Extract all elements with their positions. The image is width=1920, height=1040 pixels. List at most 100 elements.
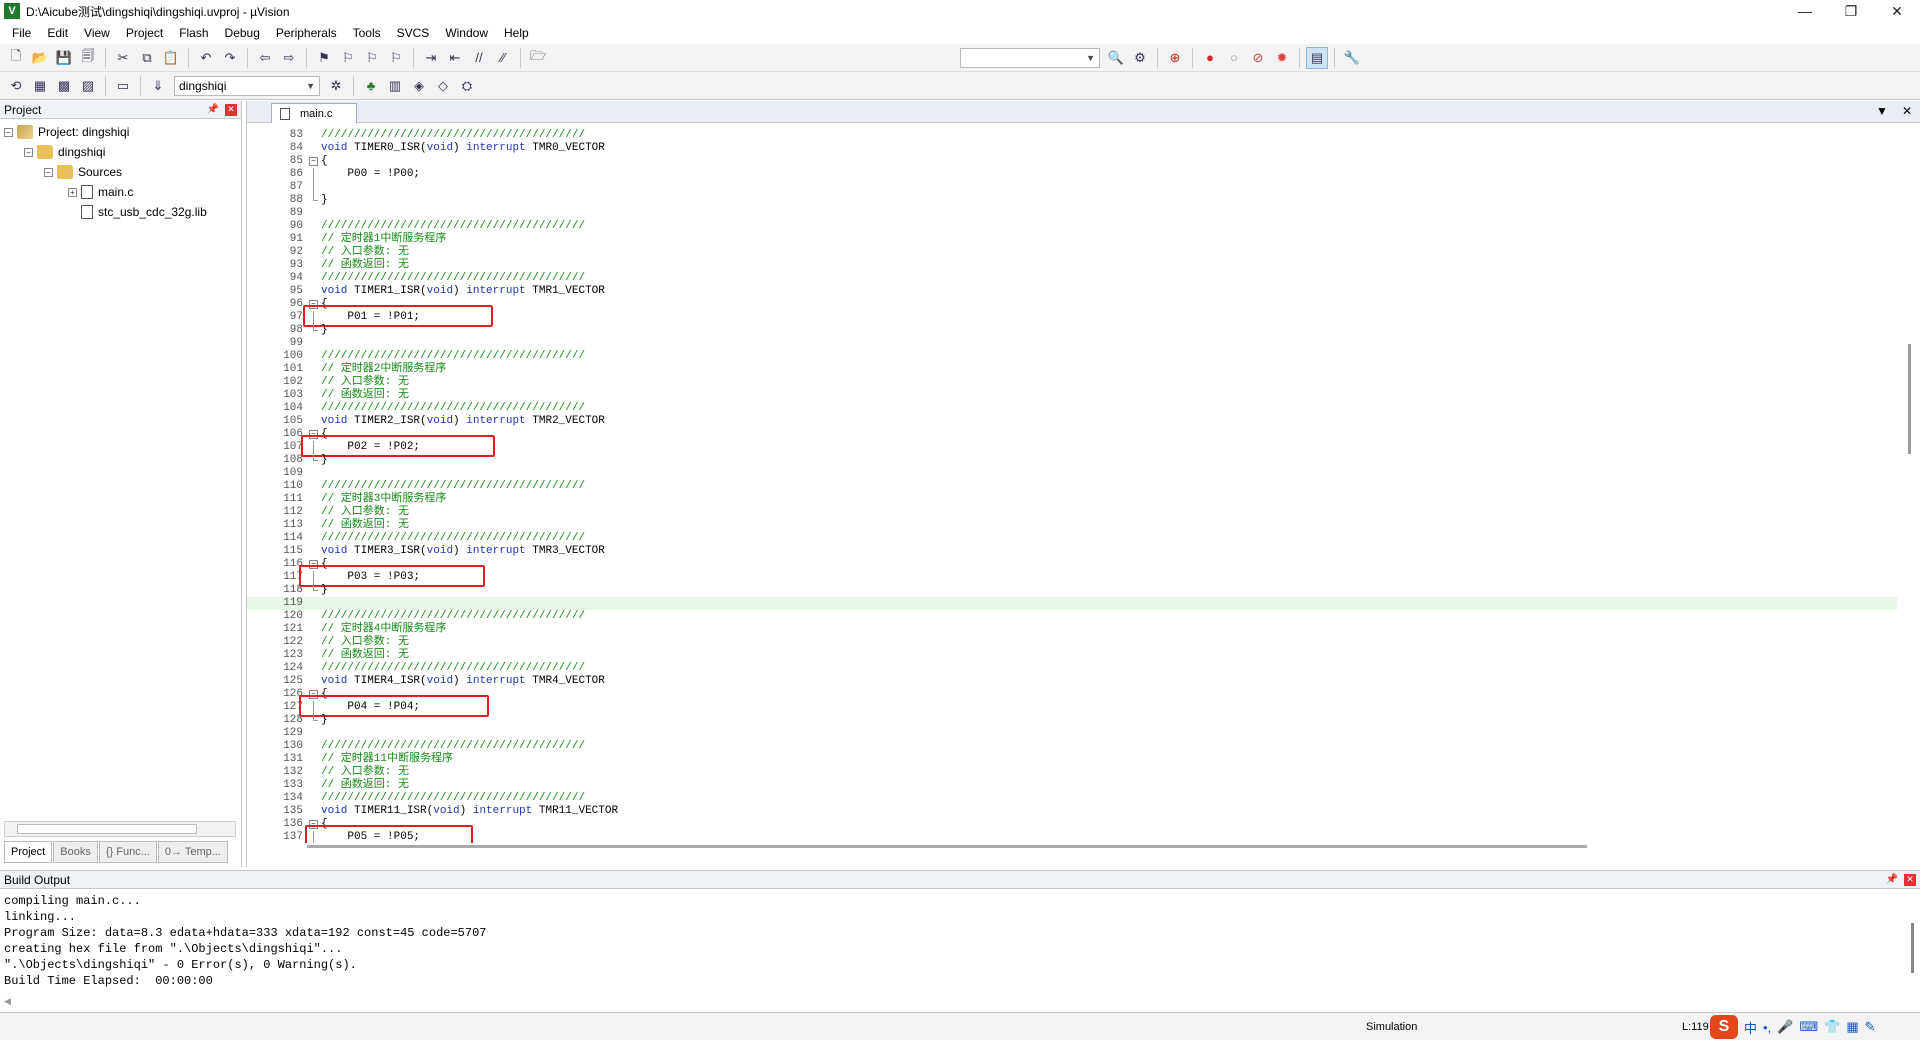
code-line[interactable]: 86 P00 = !P00; [247,168,1897,181]
code-line[interactable]: 92 // 入口参数: 无 [247,246,1897,259]
code-line[interactable]: 136−{ [247,818,1897,831]
code-line[interactable]: 94 //////////////////////////////////////… [247,272,1897,285]
new-file-icon[interactable]: 🗋 [5,47,27,69]
tab-main-c[interactable]: main.c [271,103,357,123]
code-line[interactable]: 132 // 入口参数: 无 [247,766,1897,779]
code-line[interactable]: 101 // 定时器2中断服务程序 [247,363,1897,376]
bookmark-next-icon[interactable]: ⚐ [361,47,383,69]
code-line[interactable]: 116−{ [247,558,1897,571]
scroll-thumb[interactable] [17,824,197,834]
manage-components-icon[interactable]: ▥ [384,75,406,97]
breakpoint-enable-icon[interactable]: ○ [1223,47,1245,69]
ime-language-toggle[interactable]: 中 [1744,1018,1757,1037]
target-select[interactable]: dingshiqi ▼ [174,75,320,96]
breakpoint-disable-all-icon[interactable]: ⊘ [1247,47,1269,69]
find-in-files-icon[interactable]: 🗁 [527,47,549,69]
menu-svcs[interactable]: SVCS [389,26,438,40]
menu-tools[interactable]: Tools [345,26,389,40]
target-options-icon[interactable]: ✲ [325,75,347,97]
editor-vertical-scrollbar[interactable] [1904,129,1918,843]
run-time-environment-icon[interactable]: ⛭ [456,75,478,97]
tree-item-lib[interactable]: stc_usb_cdc_32g.lib [4,202,241,222]
menu-help[interactable]: Help [496,26,537,40]
editor-horizontal-scrollbar[interactable] [307,845,1587,848]
code-line[interactable]: 127 P04 = !P04; [247,701,1897,714]
download-icon[interactable]: ⇓ [147,75,169,97]
code-line[interactable]: 124 /////////////////////////////////////… [247,662,1897,675]
code-line[interactable]: 105 void TIMER2_ISR(void) interrupt TMR2_… [247,415,1897,428]
translate-icon[interactable]: ⟲ [5,75,27,97]
tab-books[interactable]: Books [53,841,98,863]
code-line[interactable]: 97 P01 = !P01; [247,311,1897,324]
keyboard-icon[interactable]: ⌨ [1799,1019,1818,1035]
indent-icon[interactable]: ⇥ [420,47,442,69]
menu-window[interactable]: Window [437,26,496,40]
code-line[interactable]: 125 void TIMER4_ISR(void) interrupt TMR4_… [247,675,1897,688]
close-button[interactable]: ✕ [1874,0,1920,22]
navigate-forward-icon[interactable]: ⇨ [278,47,300,69]
code-line[interactable]: 119 [247,597,1897,610]
code-line[interactable]: 137 P05 = !P05; [247,831,1897,843]
code-line[interactable]: 123 // 函数返回: 无 [247,649,1897,662]
tree-item-project[interactable]: − Project: dingshiqi [4,122,241,142]
code-line[interactable]: 84 void TIMER0_ISR(void) interrupt TMR0_V… [247,142,1897,155]
ime-punctuation-toggle[interactable]: •, [1763,1020,1771,1035]
build-icon[interactable]: ▦ [29,75,51,97]
code-line[interactable]: 131 // 定时器11中断服务程序 [247,753,1897,766]
find-icon[interactable]: 🔍 [1105,47,1127,69]
code-line[interactable]: 126−{ [247,688,1897,701]
code-line[interactable]: 114 /////////////////////////////////////… [247,532,1897,545]
cut-icon[interactable]: ✂ [112,47,134,69]
code-line[interactable]: 88} [247,194,1897,207]
expand-toggle[interactable]: + [68,187,77,197]
tree-item-target[interactable]: − dingshiqi [4,142,241,162]
select-software-packs-icon[interactable]: ◈ [408,75,430,97]
build-output-horizontal-scrollbar[interactable]: ◀ [0,996,1905,1008]
code-line[interactable]: 99 [247,337,1897,350]
code-line[interactable]: 129 [247,727,1897,740]
comment-icon[interactable]: // [468,47,490,69]
code-line[interactable]: 102 // 入口参数: 无 [247,376,1897,389]
copy-icon[interactable]: ⧉ [136,47,158,69]
tab-functions[interactable]: {} Func... [98,841,157,863]
code-line[interactable]: 89 [247,207,1897,220]
close-panel-icon[interactable]: ✕ [225,103,237,116]
tree-item-main-c[interactable]: + main.c [4,182,241,202]
find-combobox[interactable]: ▼ [960,47,1100,68]
pin-icon[interactable]: 📌 [1886,874,1898,885]
bookmark-clear-icon[interactable]: ⚐ [385,47,407,69]
save-icon[interactable]: 💾 [53,47,75,69]
file-extensions-icon[interactable]: ♣ [360,75,382,97]
redo-icon[interactable]: ↷ [219,47,241,69]
paste-icon[interactable]: 📋 [160,47,182,69]
collapse-toggle[interactable]: − [24,147,33,157]
menu-file[interactable]: File [4,26,39,40]
code-line[interactable]: 128} [247,714,1897,727]
code-line[interactable]: 110 /////////////////////////////////////… [247,480,1897,493]
menu-view[interactable]: View [76,26,118,40]
navigate-back-icon[interactable]: ⇦ [254,47,276,69]
code-line[interactable]: 100 /////////////////////////////////////… [247,350,1897,363]
window-layout-icon[interactable]: ▤ [1306,46,1328,69]
code-line[interactable]: 134 /////////////////////////////////////… [247,792,1897,805]
collapse-toggle[interactable]: − [4,127,13,137]
code-line[interactable]: 121 // 定时器4中断服务程序 [247,623,1897,636]
debug-session-icon[interactable]: ⊕ [1164,47,1186,69]
undo-icon[interactable]: ↶ [195,47,217,69]
code-line[interactable]: 103 // 函数返回: 无 [247,389,1897,402]
build-output-scrollbar[interactable] [1911,923,1914,973]
fold-gutter[interactable]: − [309,155,319,168]
batch-build-icon[interactable]: ▨ [77,75,99,97]
skin-icon[interactable]: 👕 [1824,1019,1840,1035]
code-line[interactable]: 120 /////////////////////////////////////… [247,610,1897,623]
unindent-icon[interactable]: ⇤ [444,47,466,69]
code-line[interactable]: 91 // 定时器1中断服务程序 [247,233,1897,246]
bookmark-toggle-icon[interactable]: ⚑ [313,47,335,69]
uncomment-icon[interactable]: ⁄⁄ [492,47,514,69]
restore-button[interactable]: ❐ [1828,0,1874,22]
open-file-icon[interactable]: 📂 [29,47,51,69]
code-line[interactable]: 112 // 入口参数: 无 [247,506,1897,519]
code-line[interactable]: 111 // 定时器3中断服务程序 [247,493,1897,506]
code-line[interactable]: 108} [247,454,1897,467]
microphone-icon[interactable]: 🎤 [1777,1019,1793,1035]
